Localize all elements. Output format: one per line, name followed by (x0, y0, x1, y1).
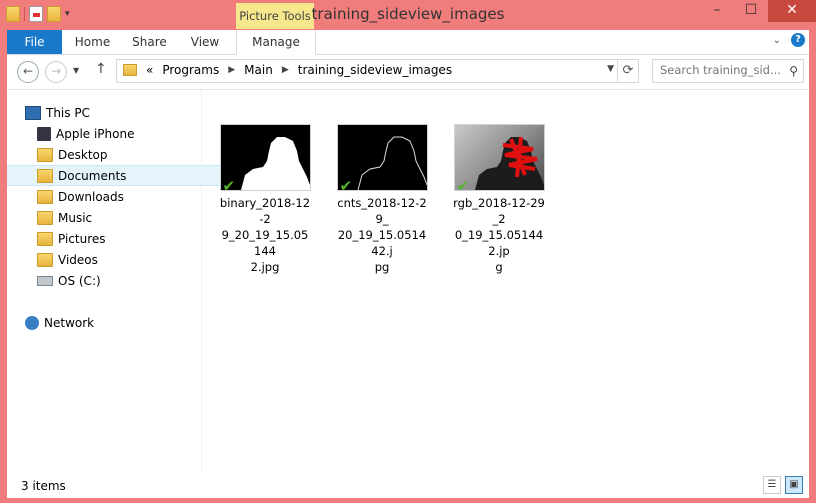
up-button[interactable]: ↑ (95, 61, 107, 77)
view-buttons: ☰ ▣ (763, 476, 803, 494)
nav-label: Music (58, 210, 93, 225)
nav-item-downloads[interactable]: Downloads (7, 186, 231, 207)
check-icon: ✔ (222, 177, 236, 195)
close-button[interactable]: ✕ (768, 0, 816, 22)
nav-label: Documents (58, 168, 127, 183)
file-name: binary_2018-12-2 9_20_19_15.05144 2.jpg (219, 195, 311, 275)
item-count: 3 items (21, 479, 66, 493)
breadcrumb-overflow[interactable]: « (146, 63, 153, 77)
nav-label: Videos (58, 252, 98, 267)
nav-label: OS (C:) (58, 273, 101, 288)
forward-button[interactable]: → (45, 61, 67, 83)
address-row: ← → ▼ ↑ « Programs ▶ Main ▶ training_sid… (7, 55, 809, 90)
nav-item-os-c[interactable]: OS (C:) (7, 270, 231, 291)
back-button[interactable]: ← (17, 61, 39, 83)
breadcrumb: « Programs ▶ Main ▶ training_sideview_im… (123, 63, 452, 77)
tab-file[interactable]: File (7, 30, 62, 54)
drive-icon (37, 275, 53, 286)
nav-item-pictures[interactable]: Pictures (7, 228, 231, 249)
explorer-window: ▾ Picture Tools training_sideview_images… (0, 0, 816, 503)
chevron-right-icon[interactable]: ▶ (282, 65, 289, 75)
search-icon[interactable]: ⚲ (789, 64, 798, 78)
nav-item-apple-iphone[interactable]: Apple iPhone (7, 123, 231, 144)
nav-item-desktop[interactable]: Desktop (7, 144, 231, 165)
tab-share[interactable]: Share (122, 30, 177, 54)
file-name-line: 20_19_15.051442.j (337, 228, 427, 258)
nav-label: Apple iPhone (56, 126, 135, 141)
nav-item-documents[interactable]: Documents (7, 165, 231, 186)
ribbon-right-controls: ⌄ ? (773, 33, 805, 47)
nav-label: This PC (46, 105, 90, 120)
recent-locations-icon[interactable]: ▼ (73, 66, 79, 75)
music-folder-icon (37, 210, 53, 225)
minimize-button[interactable]: – (700, 0, 734, 22)
search-input[interactable] (658, 62, 782, 78)
file-item-binary[interactable]: ✔ binary_2018-12-2 9_20_19_15.05144 2.jp… (219, 124, 311, 275)
check-icon: ✔ (456, 177, 470, 195)
tab-home[interactable]: Home (65, 30, 120, 54)
file-list: ✔ binary_2018-12-2 9_20_19_15.05144 2.jp… (219, 124, 545, 275)
chevron-right-icon[interactable]: ▶ (228, 65, 235, 75)
file-name-line: g (495, 260, 503, 274)
nav-item-network[interactable]: Network (7, 312, 219, 333)
file-name-line: cnts_2018-12-29_ (337, 196, 427, 226)
image-thumbnail[interactable]: ✔ (453, 124, 545, 195)
breadcrumb-training-sideview-images[interactable]: training_sideview_images (298, 63, 452, 77)
nav-item-music[interactable]: Music (7, 207, 231, 228)
network-icon (25, 315, 39, 330)
address-dropdown-icon[interactable]: ▼ (607, 64, 614, 74)
file-name-line: pg (374, 260, 390, 274)
content-area: This PC Apple iPhone Desktop Documents D… (7, 90, 809, 472)
breadcrumb-main[interactable]: Main (244, 63, 273, 77)
refresh-button[interactable]: ⟳ (617, 59, 639, 83)
file-item-rgb[interactable]: ✔ rgb_2018-12-29_2 0_19_15.051442.jp g (453, 124, 545, 275)
nav-item-this-pc[interactable]: This PC (7, 102, 219, 123)
nav-label: Pictures (58, 231, 106, 246)
folder-icon (37, 168, 53, 183)
folder-icon (123, 64, 137, 76)
ribbon-tabs: File Home Share View Manage ⌄ ? (7, 30, 809, 55)
details-view-icon[interactable]: ☰ (763, 476, 781, 494)
videos-folder-icon (37, 252, 53, 267)
status-bar: 3 items ☰ ▣ (7, 472, 809, 498)
nav-item-videos[interactable]: Videos (7, 249, 231, 270)
image-thumbnail[interactable]: ✔ (219, 124, 311, 195)
nav-label: Desktop (58, 147, 108, 162)
window-controls: – ☐ ✕ (700, 0, 816, 22)
title-bar: ▾ Picture Tools training_sideview_images… (0, 0, 816, 30)
help-icon[interactable]: ? (791, 33, 805, 47)
device-icon (37, 126, 51, 141)
file-name-line: 2.jpg (250, 260, 280, 274)
file-name-line: 0_19_15.051442.jp (454, 228, 544, 258)
pictures-folder-icon (37, 231, 53, 246)
check-icon: ✔ (339, 177, 353, 195)
tab-view[interactable]: View (179, 30, 231, 54)
ribbon-expand-icon[interactable]: ⌄ (773, 35, 781, 46)
nav-label: Network (44, 315, 95, 330)
file-name: cnts_2018-12-29_ 20_19_15.051442.j pg (336, 195, 428, 275)
large-icons-view-icon[interactable]: ▣ (785, 476, 803, 494)
search-box[interactable]: ⚲ (652, 59, 804, 83)
breadcrumb-programs[interactable]: Programs (162, 63, 219, 77)
navigation-pane: This PC Apple iPhone Desktop Documents D… (7, 90, 231, 472)
file-name-line: 9_20_19_15.05144 (221, 228, 309, 258)
downloads-folder-icon (37, 189, 53, 204)
nav-label: Downloads (58, 189, 124, 204)
file-name-line: rgb_2018-12-29_2 (453, 196, 545, 226)
file-item-cnts[interactable]: ✔ cnts_2018-12-29_ 20_19_15.051442.j pg (336, 124, 428, 275)
file-name: rgb_2018-12-29_2 0_19_15.051442.jp g (453, 195, 545, 275)
maximize-button[interactable]: ☐ (734, 0, 768, 22)
tab-manage[interactable]: Manage (236, 30, 316, 55)
image-thumbnail[interactable]: ✔ (336, 124, 428, 195)
file-name-line: binary_2018-12-2 (219, 196, 311, 226)
computer-icon (25, 105, 41, 120)
folder-icon (37, 147, 53, 162)
address-bar[interactable]: « Programs ▶ Main ▶ training_sideview_im… (116, 59, 618, 83)
window-title: training_sideview_images (311, 5, 505, 23)
